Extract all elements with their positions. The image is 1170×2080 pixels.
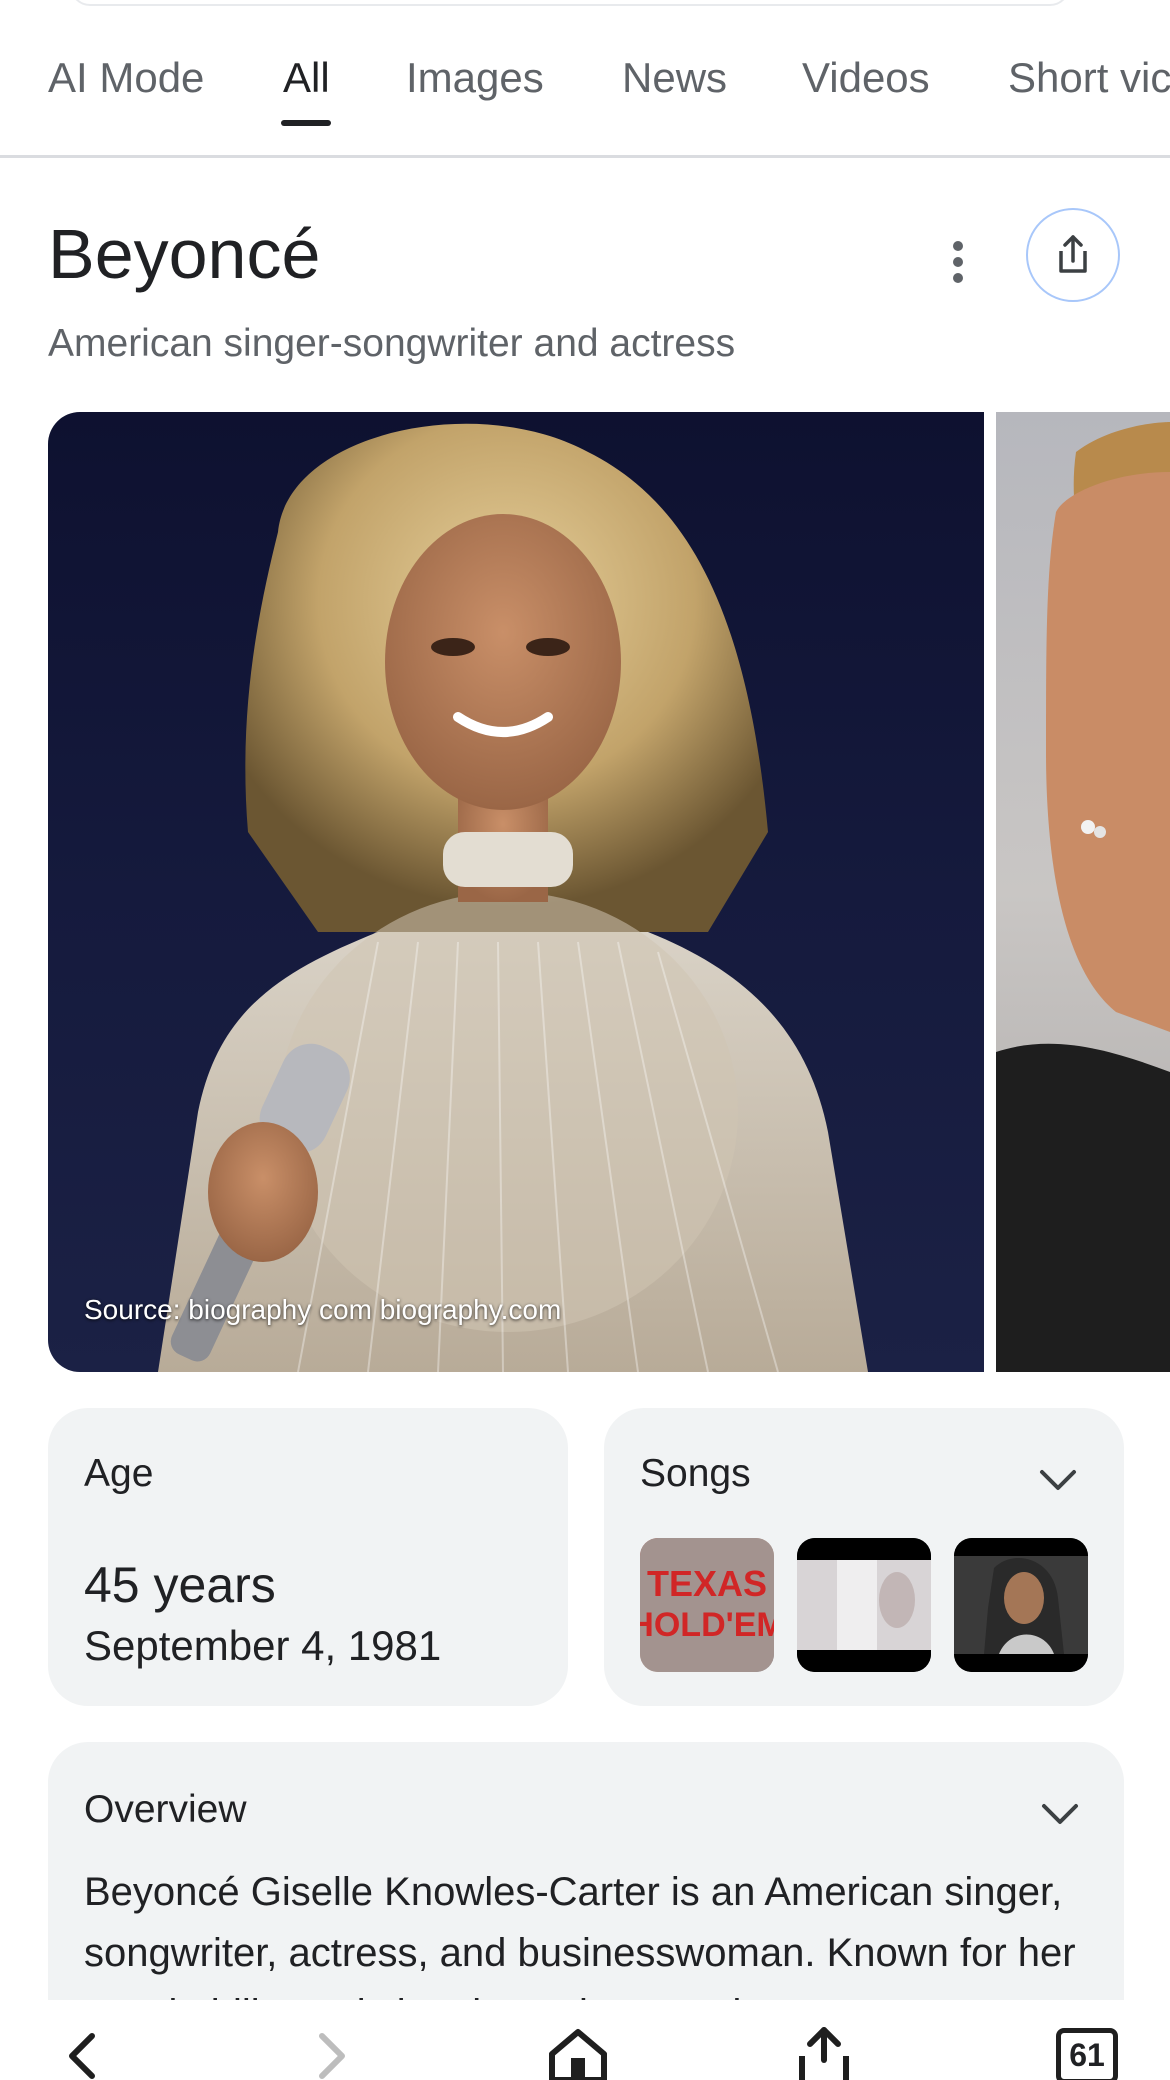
- tab-all[interactable]: All: [283, 54, 330, 102]
- share-button[interactable]: [1026, 208, 1120, 302]
- age-card-label: Age: [84, 1452, 154, 1495]
- entity-subtitle: American singer-songwriter and actress: [48, 322, 736, 365]
- age-value: 45 years: [84, 1557, 276, 1613]
- tab-news[interactable]: News: [622, 54, 727, 102]
- thumbnail-art: [954, 1538, 1088, 1672]
- chevron-down-icon[interactable]: [1038, 1800, 1082, 1828]
- svg-text:TEXAS: TEXAS: [647, 1563, 767, 1604]
- svg-text:HOLD'EM: HOLD'EM: [640, 1606, 774, 1644]
- chevron-down-icon[interactable]: [1036, 1466, 1080, 1494]
- overview-card-label: Overview: [84, 1788, 247, 1831]
- browser-toolbar: 61: [0, 2000, 1170, 2080]
- tab-ai-mode[interactable]: AI Mode: [48, 54, 204, 102]
- search-tabs: AI Mode All Images News Videos Short vic: [0, 0, 1170, 158]
- active-tab-indicator: [281, 120, 331, 126]
- song-thumbnail-3[interactable]: [954, 1538, 1088, 1672]
- tab-videos[interactable]: Videos: [802, 54, 930, 102]
- share-page-icon[interactable]: [796, 2026, 852, 2080]
- thumbnail-art: [797, 1538, 931, 1672]
- secondary-photo[interactable]: [996, 412, 1170, 1372]
- photo-illustration: [158, 423, 868, 1372]
- more-options-icon[interactable]: [940, 236, 976, 288]
- tab-short-videos[interactable]: Short vic: [1008, 54, 1170, 102]
- tab-images[interactable]: Images: [406, 54, 544, 102]
- thumbnail-art: TEXAS HOLD'EM: [640, 1538, 774, 1672]
- song-thumbnail-2[interactable]: [797, 1538, 931, 1672]
- birth-date: September 4, 1981: [84, 1622, 442, 1669]
- forward-icon[interactable]: [306, 2030, 356, 2080]
- share-icon: [1059, 235, 1087, 273]
- tab-count-button[interactable]: 61: [1056, 2028, 1118, 2080]
- image-source[interactable]: Source: biography com biography.com: [84, 1294, 561, 1326]
- age-card[interactable]: Age 45 years September 4, 1981: [48, 1408, 568, 1706]
- home-icon[interactable]: [546, 2026, 610, 2080]
- songs-card[interactable]: Songs TEXAS HOLD'EM: [604, 1408, 1124, 1706]
- photo-illustration-2: [996, 422, 1170, 1372]
- songs-card-label: Songs: [640, 1452, 751, 1495]
- song-thumbnail-texas-hold-em[interactable]: TEXAS HOLD'EM: [640, 1538, 774, 1672]
- back-icon[interactable]: [58, 2030, 108, 2080]
- main-photo[interactable]: Source: biography com biography.com: [48, 412, 984, 1372]
- entity-title: Beyoncé: [48, 215, 321, 293]
